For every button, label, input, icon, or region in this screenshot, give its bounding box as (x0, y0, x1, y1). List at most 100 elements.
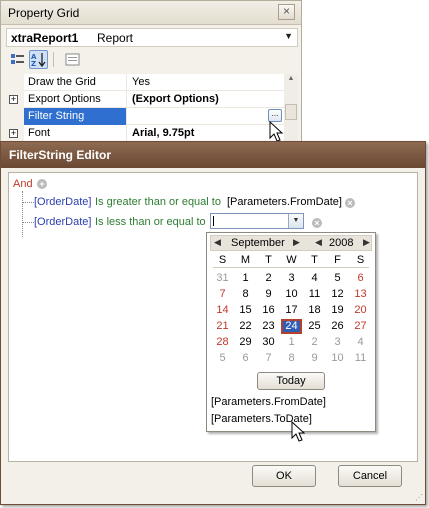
property-row-draw-the-grid[interactable]: Draw the Grid Yes (6, 74, 284, 91)
calendar-day[interactable]: 24 (281, 319, 302, 334)
calendar-day[interactable]: 6 (235, 351, 256, 366)
property-list: Draw the Grid Yes + Export Options (Expo… (6, 74, 284, 144)
calendar-day[interactable]: 4 (304, 271, 325, 286)
condition-operator[interactable]: Is greater than or equal to (95, 196, 221, 208)
cancel-button[interactable]: Cancel (338, 465, 402, 487)
property-grid-title: Property Grid (8, 6, 80, 20)
today-button[interactable]: Today (257, 372, 325, 390)
property-row-filter-string[interactable]: Filter String ... (6, 108, 284, 125)
condition-operator[interactable]: Is less than or equal to (95, 216, 206, 228)
calendar-day[interactable]: 15 (235, 303, 256, 318)
calendar-day[interactable]: 5 (212, 351, 233, 366)
weekday-label: F (334, 254, 341, 266)
calendar-day[interactable]: 2 (304, 335, 325, 350)
calendar-day[interactable]: 26 (327, 319, 348, 334)
remove-condition-icon[interactable]: × (312, 218, 322, 228)
calendar-day[interactable]: 25 (304, 319, 325, 334)
close-icon[interactable]: × (278, 4, 295, 20)
condition-field[interactable]: [OrderDate] (34, 196, 91, 208)
calendar-day[interactable]: 21 (212, 319, 233, 334)
calendar-day[interactable]: 14 (212, 303, 233, 318)
toolbar-separator (53, 52, 54, 67)
previous-year-icon[interactable]: ◀ (315, 237, 322, 248)
property-pages-icon[interactable] (63, 50, 82, 69)
group-operator[interactable]: And (13, 178, 33, 190)
categorized-icon[interactable] (8, 50, 27, 69)
calendar-day[interactable]: 9 (258, 287, 279, 302)
dropdown-arrow-icon[interactable]: ▼ (288, 214, 303, 228)
calendar-day[interactable]: 5 (327, 271, 348, 286)
condition-field[interactable]: [OrderDate] (34, 216, 91, 228)
calendar-day[interactable]: 8 (235, 287, 256, 302)
dropdown-arrow-icon: ▼ (284, 31, 293, 41)
parameter-option[interactable]: [Parameters.FromDate] (211, 396, 326, 408)
tree-line (22, 202, 34, 203)
calendar-day[interactable]: 9 (304, 351, 325, 366)
next-month-icon[interactable]: ▶ (293, 237, 300, 248)
property-row-export-options[interactable]: + Export Options (Export Options) (6, 91, 284, 108)
resize-grip-icon[interactable]: ⋰ (415, 493, 423, 502)
calendar-day[interactable]: 28 (212, 335, 233, 350)
calendar-day[interactable]: 31 (212, 271, 233, 286)
property-name: Filter String (28, 110, 85, 122)
add-condition-icon[interactable]: + (37, 179, 47, 189)
tree-line (22, 191, 23, 237)
condition-value[interactable]: [Parameters.FromDate] (227, 196, 342, 208)
calendar-day[interactable]: 8 (281, 351, 302, 366)
dialog-title: FilterString Editor (9, 148, 111, 162)
calendar-day[interactable]: 11 (350, 351, 371, 366)
property-value: Arial, 9.75pt (132, 127, 195, 139)
weekday-label: S (356, 254, 365, 266)
calendar-day[interactable]: 18 (304, 303, 325, 318)
alphabetical-sort-icon[interactable]: A Z (29, 50, 48, 69)
calendar-day[interactable]: 20 (350, 303, 371, 318)
property-name: Draw the Grid (28, 76, 96, 88)
calendar-day[interactable]: 3 (327, 335, 348, 350)
calendar-day[interactable]: 3 (281, 271, 302, 286)
calendar-year: 2008 (329, 237, 354, 249)
property-value: Yes (132, 76, 150, 88)
calendar-day[interactable]: 10 (327, 351, 348, 366)
calendar-day[interactable]: 12 (327, 287, 348, 302)
calendar-day[interactable]: 11 (304, 287, 325, 302)
column-divider (126, 91, 127, 108)
calendar-day[interactable]: 13 (350, 287, 371, 302)
calendar-day[interactable]: 30 (258, 335, 279, 350)
scroll-up-icon[interactable]: ▲ (285, 75, 297, 87)
calendar-header: ◀ September ▶ ◀ 2008 ▶ (210, 235, 372, 251)
calendar-day[interactable]: 1 (281, 335, 302, 350)
calendar-day[interactable]: 7 (258, 351, 279, 366)
expand-plus-icon[interactable]: + (9, 129, 18, 138)
calendar-day[interactable]: 7 (212, 287, 233, 302)
vertical-scrollbar[interactable]: ▲ (284, 74, 298, 144)
date-picker-popup: ◀ September ▶ ◀ 2008 ▶ SMTWTFS 31 1 2 3 4 5 6 7… (206, 232, 376, 442)
calendar-day[interactable]: 6 (350, 271, 371, 286)
text-caret (213, 216, 214, 226)
calendar-day[interactable]: 19 (327, 303, 348, 318)
object-name: xtraReport1 (11, 31, 79, 45)
object-selector[interactable]: xtraReport1 Report ▼ (6, 28, 298, 47)
ok-button[interactable]: OK (252, 465, 316, 487)
weekday-label: M (240, 254, 251, 266)
calendar-day[interactable]: 23 (258, 319, 279, 334)
previous-month-icon[interactable]: ◀ (214, 237, 221, 248)
scroll-thumb[interactable] (285, 104, 297, 120)
property-value: (Export Options) (132, 93, 219, 105)
property-row-font[interactable]: + Font Arial, 9.75pt (6, 125, 284, 142)
calendar-day[interactable]: 10 (281, 287, 302, 302)
calendar-day[interactable]: 16 (258, 303, 279, 318)
next-year-icon[interactable]: ▶ (363, 237, 370, 248)
calendar-day[interactable]: 1 (235, 271, 256, 286)
weekday-label: T (265, 254, 272, 266)
calendar-day[interactable]: 27 (350, 319, 371, 334)
calendar-day[interactable]: 29 (235, 335, 256, 350)
calendar-day[interactable]: 22 (235, 319, 256, 334)
calendar-day[interactable]: 2 (258, 271, 279, 286)
weekday-label: T (311, 254, 318, 266)
remove-condition-icon[interactable]: × (345, 198, 355, 208)
expand-plus-icon[interactable]: + (9, 95, 18, 104)
calendar-day[interactable]: 17 (281, 303, 302, 318)
row-gutter (6, 108, 24, 125)
calendar-day[interactable]: 4 (350, 335, 371, 350)
date-value-editor[interactable]: ▼ (210, 213, 304, 229)
